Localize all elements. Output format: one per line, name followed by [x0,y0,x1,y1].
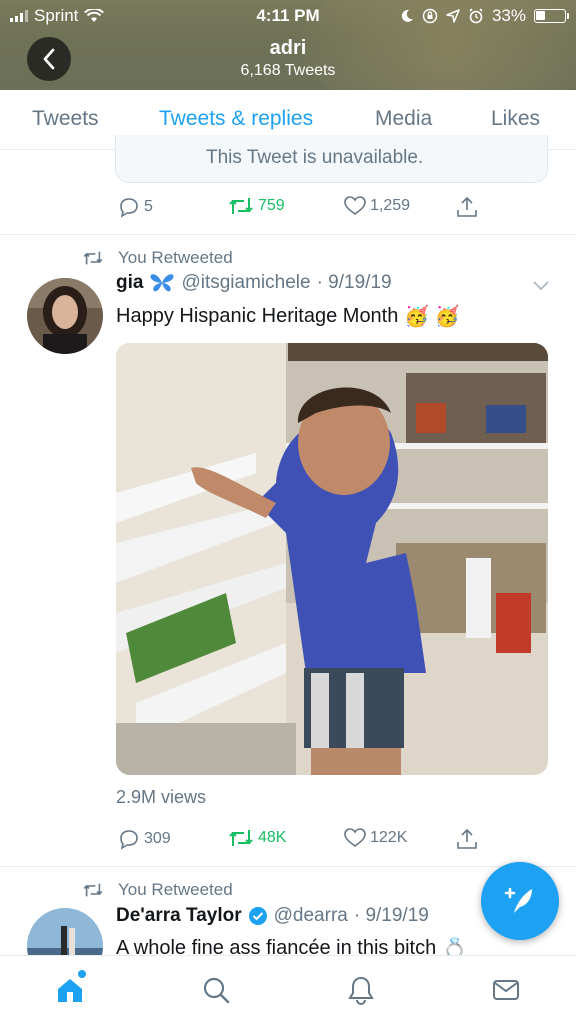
like-button[interactable]: 1,259 [344,196,410,216]
retweet-context: You Retweeted [82,248,233,268]
share-button[interactable] [456,828,478,850]
reply-button[interactable]: 309 [118,828,171,850]
reply-icon [120,198,138,218]
video-thumbnail [116,343,548,775]
author-name[interactable]: gia [116,272,143,294]
messages-icon [493,980,519,1000]
profile-header: Sprint 4:11 PM 33% adri 6,168 Tweets [0,0,576,90]
avatar[interactable] [27,278,103,354]
compose-tweet-button[interactable] [481,862,559,940]
party-emoji: 🥳 🥳 [404,306,460,328]
unavailable-text: This Tweet is unavailable. [206,147,424,168]
moon-icon [401,9,413,22]
tab-tweets[interactable]: Tweets [32,107,99,131]
tweet-actions: 5 759 1,259 [118,196,498,222]
view-count: 2.9M views [116,787,207,807]
tweet-date: · 9/19/19 [316,272,392,293]
tweet-video[interactable] [116,343,548,775]
author-handle[interactable]: @itsgiamichele [181,272,310,294]
share-icon [457,196,477,217]
retweet-icon [229,198,253,214]
like-icon [344,828,366,847]
tweet-header: gia @itsgiamichele · 9/19/19 [116,272,392,294]
nav-notifications[interactable] [341,970,381,1010]
retweet-context: You Retweeted [82,880,233,900]
nav-search[interactable] [196,970,236,1010]
caret-down-icon[interactable] [532,280,550,292]
like-icon [344,196,366,215]
retweet-label: You Retweeted [118,880,233,899]
tweet-divider [0,866,576,867]
tab-likes[interactable]: Likes [491,107,540,131]
retweet-button[interactable]: 759 [228,196,285,216]
retweet-label: You Retweeted [118,248,233,267]
tweet-date: · 9/19/19 [353,905,429,926]
retweet-count: 759 [258,197,285,214]
location-icon [446,9,460,23]
reply-icon [120,830,138,850]
tab-media[interactable]: Media [375,107,432,131]
like-count: 122K [370,829,408,846]
status-bar: Sprint 4:11 PM 33% [0,0,576,32]
reply-count: 309 [144,830,171,847]
unavailable-quote-card: This Tweet is unavailable. [115,135,548,183]
verified-icon [248,907,267,925]
tweet-divider [0,234,576,235]
retweet-icon [83,883,103,897]
tweet-actions: 309 48K 122K [118,828,498,854]
tweet-header: De'arra Taylor @dearra · 9/19/19 [116,905,429,927]
compose-icon [504,887,532,913]
battery-percent: 33% [491,6,526,25]
tweet-text-row: Happy Hispanic Heritage Month 🥳 🥳 [116,304,460,329]
rotation-lock-icon [422,8,438,24]
butterfly-icon [150,274,174,292]
retweet-icon [83,251,103,265]
tweet-text: Happy Hispanic Heritage Month [116,305,399,327]
nav-messages[interactable] [486,970,526,1010]
notifications-icon [348,976,374,1005]
like-count: 1,259 [370,197,411,214]
home-notification-dot [78,970,86,978]
share-icon [457,828,477,849]
reply-button[interactable]: 5 [118,196,153,218]
retweet-button[interactable]: 48K [228,828,286,848]
retweet-icon [229,830,253,846]
bottom-navigation [0,955,576,1024]
author-handle[interactable]: @dearra [274,905,348,927]
like-button[interactable]: 122K [344,828,407,848]
battery-icon [534,9,569,23]
home-icon [58,979,82,1002]
nav-home[interactable] [50,970,90,1010]
profile-name: adri [269,37,307,59]
author-name[interactable]: De'arra Taylor [116,905,242,927]
reply-count: 5 [144,198,153,215]
search-icon [203,977,230,1004]
tweet-count: 6,168 Tweets [240,62,336,79]
tab-tweets-and-replies[interactable]: Tweets & replies [159,107,313,131]
retweet-count: 48K [258,829,287,846]
share-button[interactable] [456,196,478,218]
alarm-icon [469,8,483,24]
